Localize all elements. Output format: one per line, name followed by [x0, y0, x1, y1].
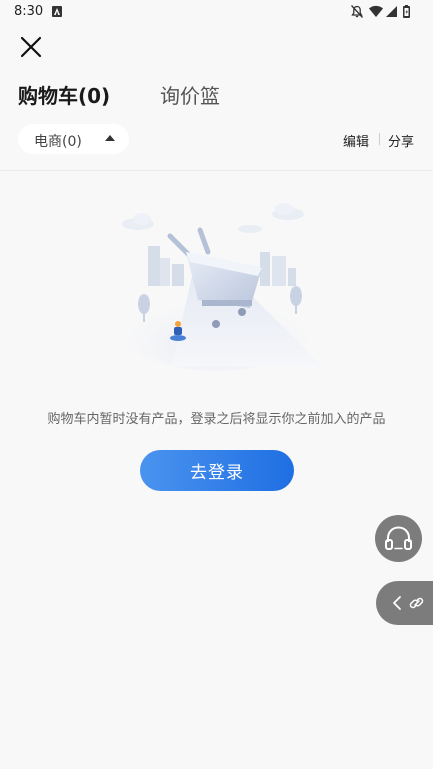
login-button[interactable]: 去登录: [140, 450, 294, 491]
status-icons: [351, 5, 410, 18]
tab-inquiry-basket[interactable]: 询价篮: [160, 80, 220, 109]
bell-off-icon: [351, 5, 363, 18]
category-filter-dropdown[interactable]: 电商(0): [18, 124, 129, 154]
status-time: 8:30: [14, 4, 44, 19]
a-icon: [52, 6, 62, 17]
cart-screen: 8:30 购物车(0) 询价篮 电商(0) 编辑 分享 购物车内暂时没有产品，登…: [0, 0, 433, 769]
link-icon: [409, 597, 424, 609]
edit-button[interactable]: 编辑: [343, 131, 369, 150]
headphones-icon: [385, 526, 412, 550]
share-button[interactable]: 分享: [388, 131, 414, 150]
category-filter-label: 电商(0): [34, 134, 82, 150]
divider: [379, 133, 380, 145]
wifi-icon: [369, 5, 383, 17]
empty-cart-illustration: [117, 203, 322, 371]
tab-cart[interactable]: 购物车(0): [18, 80, 110, 109]
cloud-icon: [122, 203, 304, 233]
empty-cart-message: 购物车内暂时没有产品，登录之后将显示你之前加入的产品: [47, 412, 386, 427]
header-divider: [0, 170, 433, 171]
floating-share-tab[interactable]: [376, 581, 433, 625]
battery-icon: [403, 5, 410, 18]
signal-icon: [386, 6, 397, 17]
chevron-left-icon: [393, 596, 401, 610]
customer-support-button[interactable]: [375, 515, 422, 562]
caret-up-icon: [105, 135, 115, 141]
status-bar: 8:30: [0, 0, 433, 24]
close-icon: [20, 36, 42, 58]
close-button[interactable]: [16, 32, 46, 62]
